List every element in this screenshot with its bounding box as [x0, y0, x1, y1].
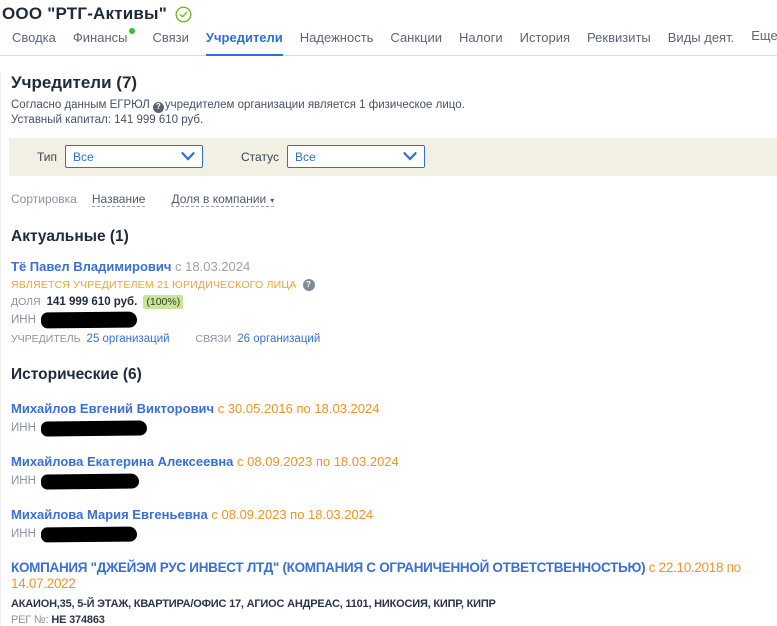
- tab-nalogi[interactable]: Налоги: [459, 30, 503, 55]
- tab-bar: Сводка Финансы Связи Учредители Надежнос…: [0, 26, 777, 56]
- links-label: СВЯЗИ: [196, 333, 232, 345]
- question-circle-icon[interactable]: ?: [303, 279, 315, 291]
- sort-label: Сортировка: [11, 192, 77, 206]
- founder-entry-historical: Михайлова Мария Евгеньевна с 08.09.2023 …: [11, 507, 777, 543]
- reg-number-label: РЕГ №:: [11, 614, 48, 626]
- actual-group-title: Актуальные (1): [11, 228, 777, 246]
- inn-label: ИНН: [11, 475, 36, 487]
- share-value: 141 999 610 руб.: [47, 296, 138, 308]
- inn-row: ИНН: [11, 473, 777, 490]
- founder-entry-historical: Михайлова Екатерина Алексеевна с 08.09.2…: [11, 454, 777, 490]
- founder-name-row: Михайлов Евгений Викторович с 30.05.2016…: [11, 401, 777, 417]
- share-label: ДОЛЯ: [11, 296, 41, 308]
- founder-period: с 30.05.2016 по 18.03.2024: [218, 401, 380, 416]
- founder-name-row: Тё Павел Владимирович с 18.03.2024: [11, 259, 777, 275]
- inn-row: ИНН: [11, 526, 777, 543]
- share-percent-badge: (100%): [143, 295, 183, 309]
- sort-by-name[interactable]: Название: [92, 192, 146, 207]
- reg-number-value: НЕ 374863: [51, 614, 104, 626]
- founder-name-row: Михайлова Екатерина Алексеевна с 08.09.2…: [11, 454, 777, 470]
- sort-caret-icon: ▾: [270, 196, 274, 205]
- chevron-down-icon: [181, 148, 195, 166]
- type-filter-label: Тип: [37, 150, 57, 164]
- founder-entry-company: КОМПАНИЯ "ДЖЕЙЭМ РУС ИНВЕСТ ЛТД" (КОМПАН…: [11, 560, 777, 626]
- sort-by-share-label: Доля в компании: [171, 192, 266, 206]
- founder-name-row: Михайлова Мария Евгеньевна с 08.09.2023 …: [11, 507, 777, 523]
- question-circle-icon[interactable]: ?: [153, 102, 164, 113]
- tab-rekvizity[interactable]: Реквизиты: [587, 30, 651, 55]
- founder-period: с 08.09.2023 по 18.03.2024: [237, 454, 399, 469]
- tab-label: Виды деят.: [668, 30, 734, 45]
- tab-svodka[interactable]: Сводка: [12, 30, 56, 55]
- tab-sanktsii[interactable]: Санкции: [390, 30, 442, 55]
- company-name-link[interactable]: КОМПАНИЯ "ДЖЕЙЭМ РУС ИНВЕСТ ЛТД" (КОМПАН…: [11, 560, 645, 575]
- description-suffix: учредителем организации является 1 физич…: [165, 99, 465, 111]
- company-address: АКАИОН,35, 5-Й ЭТАЖ, КВАРТИРА/ОФИС 17, А…: [11, 598, 777, 610]
- tab-svyazi[interactable]: Связи: [152, 30, 188, 55]
- tab-label: Связи: [152, 30, 188, 45]
- capital-line: Уставный капитал: 141 999 610 руб.: [11, 113, 777, 127]
- tab-label: Финансы: [73, 30, 128, 45]
- founder-name-row: КОМПАНИЯ "ДЖЕЙЭМ РУС ИНВЕСТ ЛТД" (КОМПАН…: [11, 560, 777, 592]
- tab-label: Надежность: [300, 30, 374, 45]
- status-filter-label: Статус: [241, 150, 279, 164]
- founder-orgs-link[interactable]: 25 организаций: [87, 333, 170, 345]
- section-title: Учредители (7): [11, 73, 777, 93]
- tab-istoriya[interactable]: История: [520, 30, 570, 55]
- founders-section: Учредители (7) Согласно данным ЕГРЮЛ?учр…: [0, 73, 777, 626]
- status-filter-value: Все: [295, 150, 316, 164]
- founder-name-link[interactable]: Тё Павел Владимирович: [11, 259, 171, 274]
- inn-row: ИНН: [11, 312, 777, 329]
- egrul-description: Согласно данным ЕГРЮЛ?учредителем органи…: [11, 98, 777, 113]
- related-orgs-row: УЧРЕДИТЕЛЬ 25 организаций СВЯЗИ 26 орган…: [11, 333, 777, 345]
- tab-finansy[interactable]: Финансы: [73, 28, 136, 55]
- inn-label: ИНН: [11, 528, 36, 540]
- historical-group-title: Исторические (6): [11, 366, 777, 384]
- tab-nadezhnost[interactable]: Надежность: [300, 30, 374, 55]
- founder-of-label: УЧРЕДИТЕЛЬ: [11, 333, 81, 345]
- founder-name-link[interactable]: Михайлов Евгений Викторович: [11, 401, 214, 416]
- mass-founder-flag-text: ЯВЛЯЕТСЯ УЧРЕДИТЕЛЕМ 21 ЮРИДИЧЕСКОГО ЛИЦ…: [11, 279, 297, 291]
- founder-period: с 18.03.2024: [175, 259, 250, 274]
- redaction-blob: [41, 473, 139, 489]
- green-dot-icon: [129, 28, 135, 34]
- tab-vidy-deyat[interactable]: Виды деят.: [668, 30, 734, 55]
- tab-label: Еще: [751, 28, 777, 43]
- mass-founder-flag: ЯВЛЯЕТСЯ УЧРЕДИТЕЛЕМ 21 ЮРИДИЧЕСКОГО ЛИЦ…: [11, 279, 777, 291]
- founder-entry-historical: Михайлов Евгений Викторович с 30.05.2016…: [11, 401, 777, 437]
- founder-period: с 08.09.2023 по 18.03.2024: [211, 507, 373, 522]
- check-circle-icon: [175, 6, 192, 23]
- page-title: ООО "РТГ-Активы": [2, 4, 167, 24]
- sort-row: Сортировка Название Доля в компании ▾: [11, 192, 777, 207]
- tab-label: Санкции: [390, 30, 442, 45]
- status-filter-select[interactable]: Все: [287, 145, 425, 168]
- founder-entry-actual: Тё Павел Владимирович с 18.03.2024 ЯВЛЯЕ…: [11, 259, 777, 345]
- tab-uchrediteli[interactable]: Учредители: [206, 30, 283, 55]
- inn-label: ИНН: [11, 422, 36, 434]
- inn-label: ИНН: [11, 314, 36, 326]
- redaction-blob: [41, 420, 147, 436]
- founder-name-link[interactable]: Михайлова Мария Евгеньевна: [11, 507, 208, 522]
- type-filter-select[interactable]: Все: [65, 145, 203, 168]
- founder-name-link[interactable]: Михайлова Екатерина Алексеевна: [11, 454, 233, 469]
- sort-by-share[interactable]: Доля в компании ▾: [171, 192, 274, 207]
- tab-label: Налоги: [459, 30, 503, 45]
- description-prefix: Согласно данным ЕГРЮЛ: [11, 99, 150, 111]
- tab-label: Реквизиты: [587, 30, 651, 45]
- tab-label: Сводка: [12, 30, 56, 45]
- chevron-down-icon: [403, 148, 417, 166]
- inn-row: ИНН: [11, 420, 777, 437]
- company-reg-row: РЕГ №: НЕ 374863: [11, 614, 777, 626]
- page-header: ООО "РТГ-Активы": [0, 0, 777, 24]
- share-row: ДОЛЯ 141 999 610 руб. (100%): [11, 295, 777, 309]
- filter-bar: Тип Все Статус Все: [9, 138, 777, 176]
- type-filter-value: Все: [73, 150, 94, 164]
- redaction-blob: [41, 311, 137, 328]
- links-orgs-link[interactable]: 26 организаций: [237, 333, 320, 345]
- tab-more[interactable]: Еще: [751, 28, 777, 55]
- tab-label: История: [520, 30, 570, 45]
- redaction-blob: [41, 526, 137, 542]
- tab-label: Учредители: [206, 30, 283, 45]
